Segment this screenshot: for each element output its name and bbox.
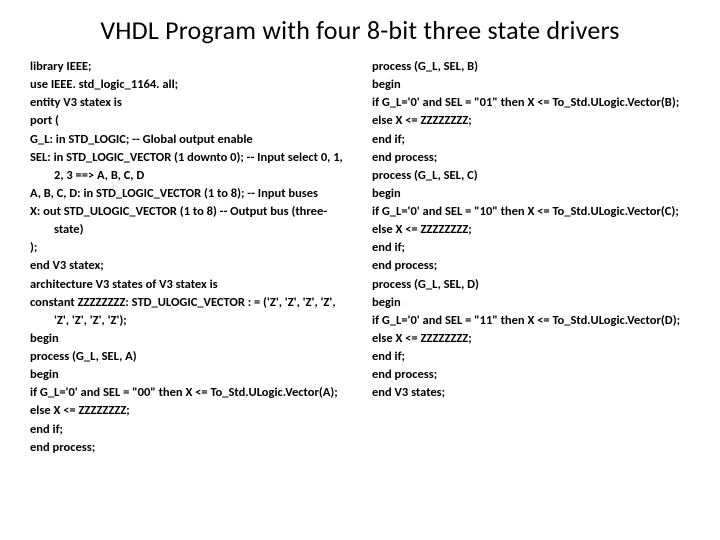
code-line: end process; [30, 439, 348, 457]
slide-title: VHDL Program with four 8-bit three state… [30, 14, 690, 46]
code-line: else X <= ZZZZZZZZ; [30, 402, 348, 420]
code-line: library IEEE; [30, 58, 348, 76]
code-line: if G_L='0' and SEL = "11" then X <= To_S… [372, 312, 690, 330]
code-line: end if; [30, 421, 348, 439]
code-line: begin [30, 366, 348, 384]
code-columns: library IEEE;use IEEE. std_logic_1164. a… [30, 58, 690, 457]
code-line: architecture V3 states of V3 statex is [30, 276, 348, 294]
code-line: entity V3 statex is [30, 94, 348, 112]
code-line: if G_L='0' and SEL = "00" then X <= To_S… [30, 384, 348, 402]
code-line: begin [372, 294, 690, 312]
code-line: if G_L='0' and SEL = "10" then X <= To_S… [372, 203, 690, 221]
code-column-right: process (G_L, SEL, B)beginif G_L='0' and… [372, 58, 690, 457]
code-line: end process; [372, 366, 690, 384]
code-line: SEL: in STD_LOGIC_VECTOR (1 downto 0); -… [30, 149, 348, 185]
code-line: ); [30, 239, 348, 257]
code-line: X: out STD_ULOGIC_VECTOR (1 to 8) -- Out… [30, 203, 348, 239]
code-line: begin [30, 330, 348, 348]
code-line: else X <= ZZZZZZZZ; [372, 330, 690, 348]
code-line: process (G_L, SEL, C) [372, 167, 690, 185]
code-line: else X <= ZZZZZZZZ; [372, 112, 690, 130]
code-line: process (G_L, SEL, D) [372, 276, 690, 294]
code-line: port ( [30, 112, 348, 130]
code-line: process (G_L, SEL, B) [372, 58, 690, 76]
code-line: else X <= ZZZZZZZZ; [372, 221, 690, 239]
code-line: constant ZZZZZZZZ: STD_ULOGIC_VECTOR : =… [30, 294, 348, 330]
slide: VHDL Program with four 8-bit three state… [0, 0, 720, 540]
code-line: end V3 statex; [30, 257, 348, 275]
code-line: begin [372, 185, 690, 203]
code-line: end if; [372, 131, 690, 149]
code-line: end process; [372, 257, 690, 275]
code-line: if G_L='0' and SEL = "01" then X <= To_S… [372, 94, 690, 112]
code-line: end if; [372, 348, 690, 366]
code-line: process (G_L, SEL, A) [30, 348, 348, 366]
code-line: end if; [372, 239, 690, 257]
code-line: begin [372, 76, 690, 94]
code-line: use IEEE. std_logic_1164. all; [30, 76, 348, 94]
code-line: G_L: in STD_LOGIC; -- Global output enab… [30, 131, 348, 149]
code-line: end V3 states; [372, 384, 690, 402]
code-line: A, B, C, D: in STD_LOGIC_VECTOR (1 to 8)… [30, 185, 348, 203]
code-line: end process; [372, 149, 690, 167]
code-column-left: library IEEE;use IEEE. std_logic_1164. a… [30, 58, 348, 457]
